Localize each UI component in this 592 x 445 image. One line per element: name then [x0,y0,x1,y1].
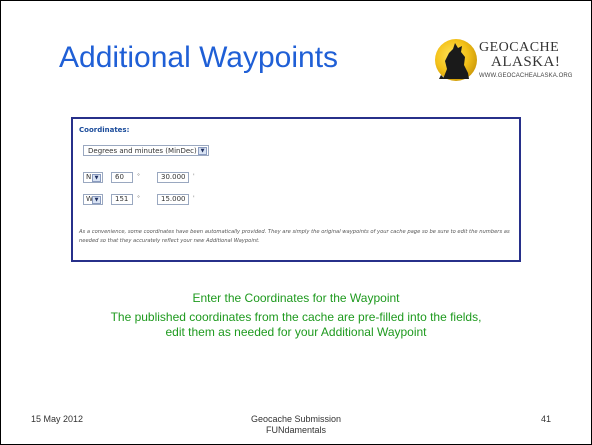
longitude-minutes-field[interactable]: 15.000 [157,194,189,205]
convenience-note: As a convenience, some coordinates have … [79,229,510,244]
chevron-down-icon[interactable]: ▼ [198,147,207,155]
page-number: 41 [541,414,552,424]
longitude-degrees-field[interactable]: 151 [111,194,133,205]
caption-line-3: edit them as needed for your Additional … [165,325,427,339]
longitude-hemisphere-select[interactable]: W ▼ [83,194,103,205]
footer-title: Geocache Submission FUNdamentals [201,414,391,436]
chevron-down-icon[interactable]: ▼ [92,174,101,182]
footer-date: 15 May 2012 [31,414,84,424]
coordinate-format-value: Degrees and minutes (MinDec) [88,147,197,155]
coordinates-label: Coordinates: [79,126,130,134]
page-title: Additional Waypoints [59,41,339,74]
logo-url: WWW.GEOCACHEALASKA.ORG [479,73,573,79]
coordinates-panel: Coordinates: Degrees and minutes (MinDec… [71,117,521,262]
coordinate-format-select[interactable]: Degrees and minutes (MinDec) ▼ [83,145,209,156]
footer-title-line1: Geocache Submission [250,414,342,424]
degree-symbol: ° [137,195,140,202]
latitude-minutes-field[interactable]: 30.000 [157,172,189,183]
caption-heading: Enter the Coordinates for the Waypoint [192,291,400,305]
minute-symbol: ' [193,173,195,180]
degree-symbol: ° [137,173,140,180]
minute-symbol: ' [193,195,195,202]
slide: Additional Waypoints GEOCACHE ALASKA! WW… [0,0,592,445]
caption-line-2: The published coordinates from the cache… [110,310,482,324]
latitude-hemisphere-value: N [86,173,92,181]
footer-title-line2: FUNdamentals [265,425,327,435]
wolf-howling-icon [435,39,477,81]
logo-text-line2: ALASKA! [491,54,561,70]
latitude-degrees-field[interactable]: 60 [111,172,133,183]
geocache-alaska-logo: GEOCACHE ALASKA! WWW.GEOCACHEALASKA.ORG [435,37,572,83]
latitude-hemisphere-select[interactable]: N ▼ [83,172,103,183]
chevron-down-icon[interactable]: ▼ [92,196,101,204]
